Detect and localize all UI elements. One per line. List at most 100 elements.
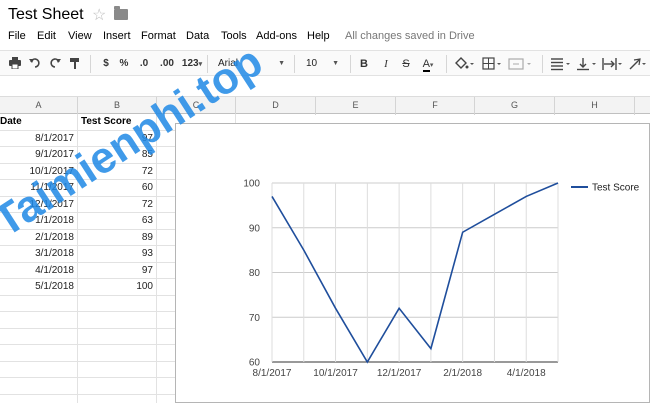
- empty-cell[interactable]: [78, 378, 157, 395]
- chevron-down-icon: ▾: [429, 62, 434, 69]
- date-cell[interactable]: 2/1/2018: [0, 229, 78, 246]
- menu-data[interactable]: Data: [186, 30, 209, 42]
- save-status[interactable]: All changes saved in Drive: [345, 30, 475, 42]
- bold-button[interactable]: B: [358, 57, 370, 71]
- print-icon[interactable]: [8, 57, 22, 71]
- header-cell[interactable]: Date: [0, 114, 78, 131]
- column-header-d[interactable]: D: [236, 97, 316, 115]
- date-cell[interactable]: 9/1/2017: [0, 147, 78, 164]
- y-tick-label: 100: [243, 179, 260, 190]
- y-tick-label: 70: [249, 313, 261, 324]
- column-header-h[interactable]: H: [555, 97, 635, 115]
- score-cell[interactable]: 100: [78, 279, 157, 296]
- data-point: [493, 213, 495, 215]
- date-cell[interactable]: 5/1/2018: [0, 279, 78, 296]
- empty-cell[interactable]: [0, 394, 78, 403]
- score-cell[interactable]: 72: [78, 163, 157, 180]
- menu-bar: File Edit View Insert Format Data Tools …: [0, 28, 650, 46]
- column-header-c[interactable]: C: [157, 97, 236, 115]
- menu-file[interactable]: File: [8, 30, 26, 42]
- date-cell[interactable]: 4/1/2018: [0, 262, 78, 279]
- column-header-g[interactable]: G: [475, 97, 555, 115]
- date-cell[interactable]: 8/1/2017: [0, 130, 78, 147]
- menu-insert[interactable]: Insert: [103, 30, 131, 42]
- folder-icon[interactable]: [114, 6, 128, 20]
- decrease-decimal-button[interactable]: .0: [136, 57, 152, 71]
- italic-button[interactable]: I: [380, 57, 392, 71]
- date-cell[interactable]: 10/1/2017: [0, 163, 78, 180]
- title-bar: Test Sheet ☆: [0, 0, 650, 28]
- line-chart[interactable]: 60 70 80 90 100 8/1/2017 10/1/2017 12/1/2017 2/1…: [175, 123, 650, 403]
- text-rotation-icon[interactable]: [628, 57, 648, 71]
- data-point: [398, 307, 400, 309]
- y-tick-label: 90: [249, 223, 261, 234]
- align-icon[interactable]: [550, 57, 572, 71]
- empty-cell[interactable]: [78, 328, 157, 345]
- increase-decimal-button[interactable]: .00: [158, 57, 176, 71]
- toolbar-divider: [350, 55, 351, 73]
- more-formats-button[interactable]: 123▾: [180, 57, 204, 71]
- data-point: [366, 361, 368, 363]
- empty-cell[interactable]: [78, 312, 157, 329]
- score-cell[interactable]: 85: [78, 147, 157, 164]
- column-header-b[interactable]: B: [78, 97, 157, 115]
- percent-button[interactable]: %: [118, 57, 130, 71]
- x-tick-label: 12/1/2017: [377, 368, 422, 379]
- data-point: [271, 195, 273, 197]
- menu-addons[interactable]: Add-ons: [256, 30, 297, 42]
- toolbar-divider: [542, 55, 543, 73]
- text-color-label: A: [422, 58, 430, 72]
- currency-button[interactable]: $: [100, 57, 112, 71]
- data-point: [557, 182, 559, 184]
- menu-edit[interactable]: Edit: [37, 30, 56, 42]
- empty-cell[interactable]: [0, 345, 78, 362]
- borders-icon[interactable]: [482, 57, 504, 71]
- column-header-f[interactable]: F: [396, 97, 475, 115]
- menu-help[interactable]: Help: [307, 30, 330, 42]
- x-tick-label: 2/1/2018: [443, 368, 482, 379]
- column-header-a[interactable]: A: [0, 97, 78, 115]
- score-cell[interactable]: 97: [78, 130, 157, 147]
- score-cell[interactable]: 97: [78, 262, 157, 279]
- vertical-align-icon[interactable]: [576, 57, 598, 71]
- data-point: [334, 307, 336, 309]
- menu-format[interactable]: Format: [141, 30, 176, 42]
- text-wrap-icon[interactable]: [602, 57, 624, 71]
- text-color-button[interactable]: A▾: [420, 57, 436, 72]
- menu-tools[interactable]: Tools: [221, 30, 247, 42]
- merge-cells-icon[interactable]: [508, 57, 534, 71]
- empty-cell[interactable]: [0, 312, 78, 329]
- column-header-row: A B C D E F G H: [0, 96, 650, 115]
- score-cell[interactable]: 72: [78, 196, 157, 213]
- undo-icon[interactable]: [28, 57, 42, 71]
- empty-cell[interactable]: [78, 295, 157, 312]
- score-cell[interactable]: 60: [78, 180, 157, 197]
- date-cell[interactable]: 3/1/2018: [0, 246, 78, 263]
- fill-color-icon[interactable]: [454, 57, 476, 71]
- strikethrough-button[interactable]: S: [400, 57, 412, 71]
- paint-format-icon[interactable]: [68, 57, 82, 71]
- empty-cell[interactable]: [0, 328, 78, 345]
- empty-cell[interactable]: [78, 394, 157, 403]
- score-cell[interactable]: 89: [78, 229, 157, 246]
- font-size-select[interactable]: 10 ▼: [300, 55, 342, 73]
- toolbar-divider: [207, 55, 208, 73]
- empty-cell[interactable]: [78, 345, 157, 362]
- date-cell[interactable]: 1/1/2018: [0, 213, 78, 230]
- empty-cell[interactable]: [0, 295, 78, 312]
- header-cell[interactable]: Test Score: [78, 114, 157, 131]
- date-cell[interactable]: 12/1/2017: [0, 196, 78, 213]
- star-icon[interactable]: ☆: [92, 5, 106, 25]
- empty-cell[interactable]: [78, 361, 157, 378]
- score-cell[interactable]: 63: [78, 213, 157, 230]
- chart-svg: 60 70 80 90 100 8/1/2017 10/1/2017 12/1/2017 2/1…: [243, 179, 639, 380]
- column-header-e[interactable]: E: [316, 97, 396, 115]
- redo-icon[interactable]: [48, 57, 62, 71]
- document-title[interactable]: Test Sheet: [8, 6, 84, 24]
- empty-cell[interactable]: [0, 378, 78, 395]
- score-cell[interactable]: 93: [78, 246, 157, 263]
- empty-cell[interactable]: [0, 361, 78, 378]
- date-cell[interactable]: 11/1/2017: [0, 180, 78, 197]
- font-select[interactable]: Arial ▼: [212, 55, 288, 73]
- menu-view[interactable]: View: [68, 30, 92, 42]
